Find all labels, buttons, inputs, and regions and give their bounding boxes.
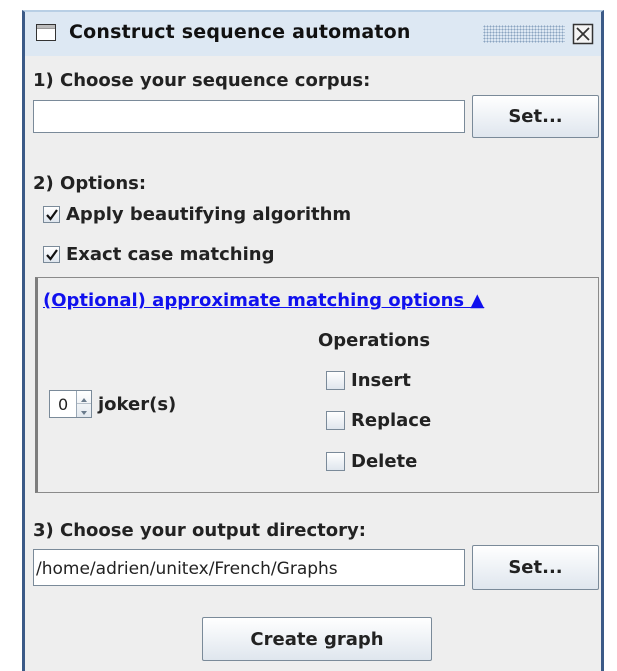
window-icon [36, 24, 56, 41]
close-icon[interactable] [572, 23, 594, 45]
replace-checkbox[interactable] [326, 411, 345, 430]
corpus-field[interactable] [33, 100, 465, 133]
exact-case-label: Exact case matching [66, 244, 275, 265]
output-directory-label: 3) Choose your output directory: [33, 520, 366, 541]
check-icon [46, 249, 58, 261]
check-icon [46, 209, 58, 221]
corpus-label: 1) Choose your sequence corpus: [33, 70, 371, 91]
approximate-matching-toggle-link[interactable]: (Optional) approximate matching options … [43, 290, 484, 311]
joker-spinner-buttons [76, 391, 91, 417]
replace-option[interactable]: Replace [326, 410, 431, 431]
approximate-matching-panel: (Optional) approximate matching options … [35, 277, 599, 493]
operations-label: Operations [318, 330, 431, 351]
delete-checkbox[interactable] [326, 452, 345, 471]
beautify-label: Apply beautifying algorithm [66, 204, 352, 225]
insert-option[interactable]: Insert [326, 370, 411, 391]
beautify-option[interactable]: Apply beautifying algorithm [43, 204, 351, 225]
create-graph-button[interactable]: Create graph [202, 617, 432, 661]
exact-case-checkbox[interactable] [43, 246, 60, 263]
corpus-set-button[interactable]: Set... [472, 95, 599, 138]
insert-label: Insert [351, 370, 411, 391]
joker-label: joker(s) [98, 394, 177, 415]
title-bar-grip [483, 25, 565, 43]
spinner-down-icon[interactable] [77, 404, 91, 417]
options-label: 2) Options: [33, 173, 147, 194]
output-directory-field[interactable]: /home/adrien/unitex/French/Graphs [33, 549, 465, 586]
delete-option[interactable]: Delete [326, 451, 417, 472]
joker-spinner[interactable]: 0 [49, 390, 92, 418]
window-title: Construct sequence automaton [69, 21, 411, 43]
joker-value[interactable]: 0 [58, 395, 68, 414]
construct-sequence-automaton-window: Construct sequence automaton 1) Choose y… [22, 10, 604, 671]
spinner-up-icon[interactable] [77, 391, 91, 404]
output-directory-set-button[interactable]: Set... [472, 545, 599, 590]
delete-label: Delete [351, 451, 418, 472]
title-bar[interactable]: Construct sequence automaton [25, 12, 601, 56]
beautify-checkbox[interactable] [43, 206, 60, 223]
exact-case-option[interactable]: Exact case matching [43, 244, 274, 265]
insert-checkbox[interactable] [326, 371, 345, 390]
replace-label: Replace [351, 410, 432, 431]
